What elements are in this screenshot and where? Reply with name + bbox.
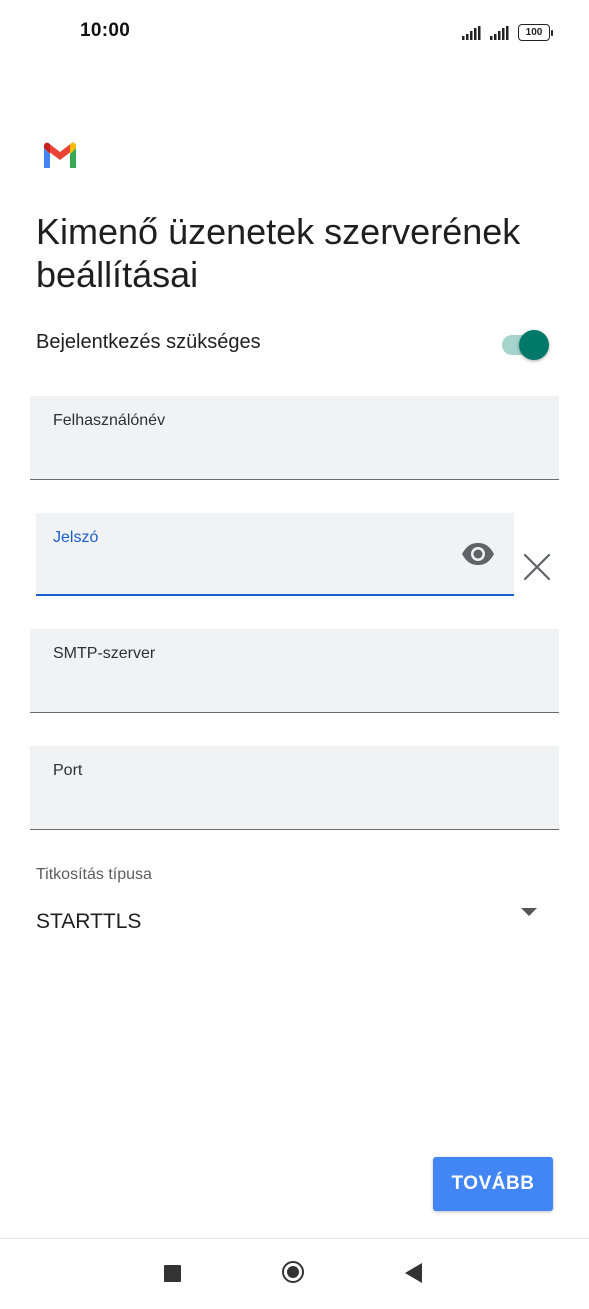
signal-icon: [490, 25, 509, 40]
smtp-server-input[interactable]: [53, 683, 499, 704]
username-field[interactable]: Felhasználónév: [30, 396, 559, 480]
port-field[interactable]: Port: [30, 746, 559, 830]
recents-icon[interactable]: [164, 1265, 181, 1282]
visibility-eye-icon[interactable]: [460, 541, 496, 567]
gmail-logo-icon: [44, 142, 76, 168]
encryption-label: Titkosítás típusa: [36, 866, 152, 883]
port-label: Port: [53, 762, 83, 779]
nav-divider: [0, 1238, 589, 1239]
encryption-dropdown[interactable]: STARTTLS: [36, 910, 141, 934]
status-icons: 100: [462, 24, 553, 41]
login-required-toggle[interactable]: [500, 330, 550, 360]
signal-icon: [462, 25, 481, 40]
status-time: 10:00: [80, 20, 131, 41]
smtp-server-label: SMTP-szerver: [53, 645, 156, 662]
password-input[interactable]: [53, 565, 454, 586]
username-label: Felhasználónév: [53, 412, 166, 429]
password-label: Jelszó: [53, 529, 99, 546]
username-input[interactable]: [53, 450, 499, 471]
smtp-server-field[interactable]: SMTP-szerver: [30, 629, 559, 713]
page-title: Kimenő üzenetek szerverének beállításai: [36, 211, 521, 295]
next-button[interactable]: TOVÁBB: [433, 1157, 553, 1211]
back-icon[interactable]: [405, 1263, 422, 1283]
password-field[interactable]: Jelszó: [36, 513, 514, 596]
port-input[interactable]: [53, 800, 499, 821]
dropdown-arrow-icon[interactable]: [521, 908, 537, 916]
home-icon[interactable]: [282, 1261, 304, 1283]
battery-icon: 100: [518, 24, 553, 41]
clear-icon[interactable]: [522, 552, 552, 582]
login-required-label: Bejelentkezés szükséges: [36, 331, 261, 353]
battery-level: 100: [518, 24, 550, 41]
